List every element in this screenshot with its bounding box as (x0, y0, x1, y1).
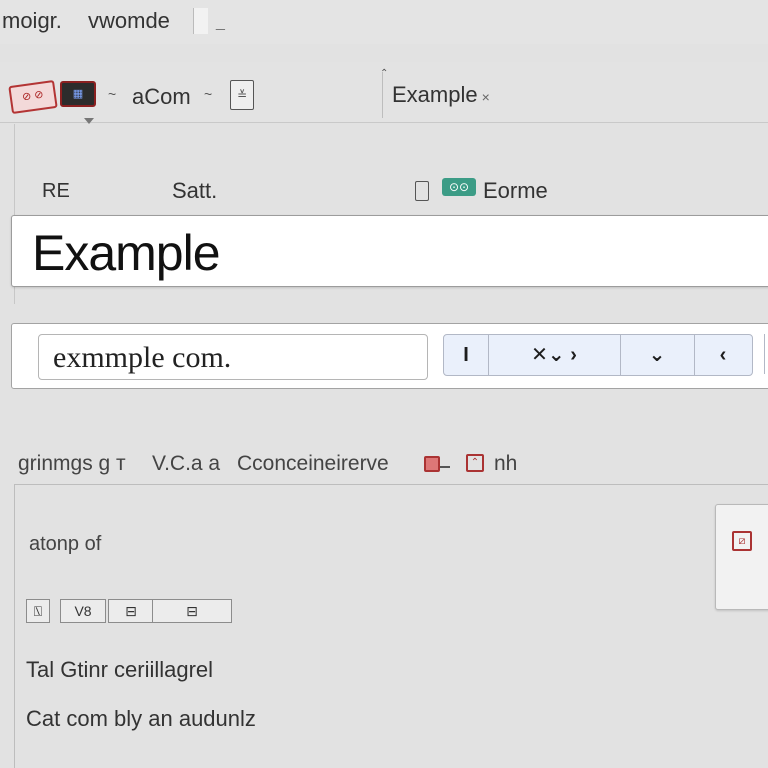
section-item-4[interactable]: nh (494, 452, 517, 476)
dropdown-button[interactable]: ⌄ (620, 335, 695, 375)
close-box-icon[interactable]: ⧄ (732, 531, 752, 551)
title-bar: moigr. vwomde _ (0, 0, 768, 44)
record-icon[interactable]: ⊘ ⊘ (8, 79, 58, 115)
tab-pointer-icon (84, 118, 94, 124)
flag-icon[interactable] (424, 456, 440, 472)
section-item-3[interactable]: Cconceineirerve (237, 452, 389, 476)
tab-separator-left: ~ (108, 86, 117, 102)
title-right-text: vwomde (88, 8, 170, 33)
search-input[interactable]: Example (11, 215, 768, 287)
browser-window: moigr. vwomde _ ⊘ ⊘ ▦ ~ aCom ~ ≚ ⌃ Examp… (0, 0, 768, 768)
panel-caption: atonp of (29, 533, 102, 555)
tab-separator-right: ~ (204, 86, 213, 102)
expand-icon[interactable]: ⌃ (466, 454, 484, 472)
labels-row: RE Satt. ⊙⊙ Eorme (0, 170, 768, 210)
section-item-2[interactable]: V.C.a a (152, 452, 220, 476)
list-item[interactable]: Tal Gtinr ceriillagrel (26, 657, 213, 683)
tab-example-label: Example (392, 82, 478, 107)
cursor-button[interactable]: I (444, 335, 489, 375)
section-header: grinmgs g т V.C.a a Cconceineirerve ⌃ nh (0, 444, 768, 484)
list-item[interactable]: Cat com bly an audunlz (26, 706, 256, 732)
toolbar-layout-left-icon[interactable]: ⊟ (108, 599, 153, 623)
title-left-text: moigr. (2, 8, 62, 33)
tab-icon-group[interactable]: ⊘ ⊘ ▦ (8, 79, 96, 115)
url-field[interactable]: exmmple com. (38, 334, 428, 380)
side-card[interactable]: ⧄ (715, 504, 768, 610)
label-re: RE (42, 180, 70, 202)
label-satt: Satt. (172, 178, 218, 203)
green-badge-icon[interactable]: ⊙⊙ (442, 178, 476, 196)
tab-close-icon[interactable]: × (482, 89, 490, 105)
section-item-1[interactable]: grinmgs g т (18, 452, 126, 476)
toolbar-layout-right-icon[interactable]: ⊟ (152, 599, 232, 623)
toolbar-chart-icon[interactable]: ⍂ (26, 599, 50, 623)
media-icon[interactable]: ▦ (60, 81, 96, 107)
toolbar-v8-button[interactable]: V8 (60, 599, 106, 623)
close-dropdown-forward-button[interactable]: ✕⌄ › (488, 335, 621, 375)
label-eorme: Eorme (483, 178, 548, 203)
title-trail: _ (216, 14, 225, 31)
phone-icon[interactable] (415, 181, 429, 201)
url-row-trailing-edge (764, 334, 768, 374)
tab-divider (382, 72, 383, 118)
tab-strip: ⊘ ⊘ ▦ ~ aCom ~ ≚ ⌃ Example × (0, 62, 768, 123)
back-button[interactable]: ‹ (694, 335, 752, 375)
url-bar-row: exmmple com. I ✕⌄ › ⌄ ‹ (11, 323, 768, 389)
document-icon[interactable]: ≚ (230, 80, 254, 110)
dash-divider (440, 466, 450, 468)
title-cursor-box (193, 8, 208, 34)
search-input-value: Example (32, 225, 221, 281)
url-field-value: exmmple com. (53, 341, 232, 374)
tab-example[interactable]: Example × (392, 82, 490, 108)
nav-button-group: I ✕⌄ › ⌄ ‹ (443, 334, 753, 376)
tab-acom[interactable]: aCom (132, 84, 191, 110)
